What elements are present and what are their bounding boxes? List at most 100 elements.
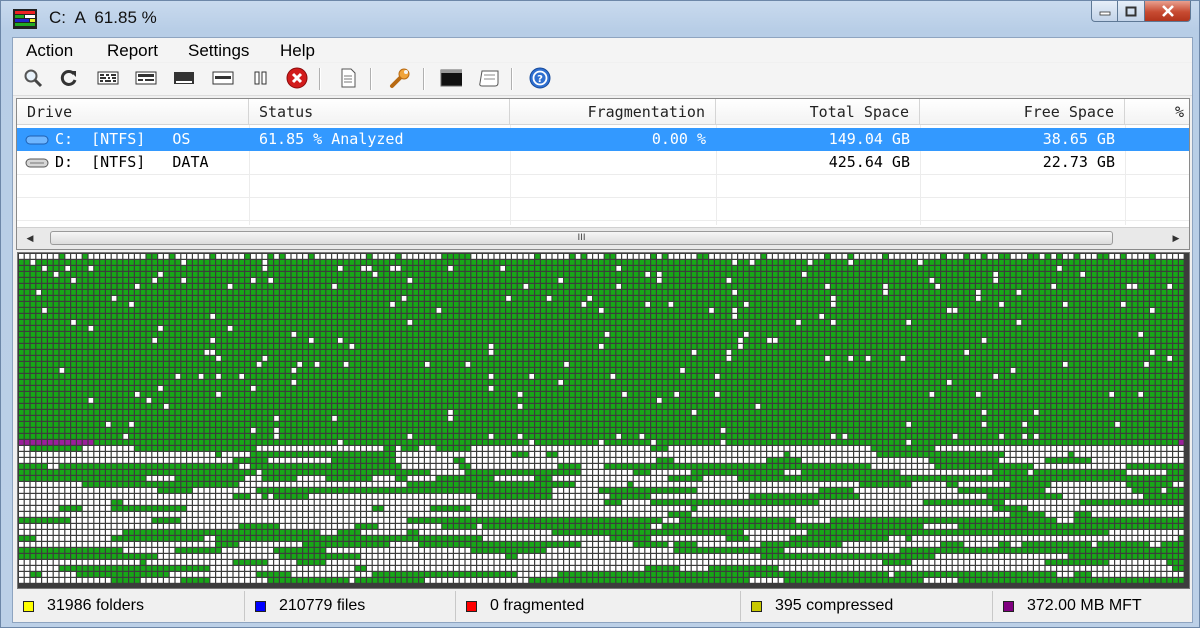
cluster-block [367,260,372,265]
cluster-block [251,338,256,343]
cluster-block [309,398,314,403]
settings-button[interactable] [389,67,411,89]
cluster-block [715,392,720,397]
cluster-block [918,272,923,277]
menu-action[interactable]: Action [26,41,73,61]
mft-optimize-button[interactable] [212,67,234,89]
scroll-right-arrow[interactable]: ▶ [1167,228,1185,249]
cluster-block [1086,350,1091,355]
title-bar[interactable]: C: A 61.85 % [1,1,1199,35]
console-button[interactable] [440,67,462,89]
cluster-block [425,272,430,277]
menu-help[interactable]: Help [280,41,315,61]
full-optimize-button[interactable] [173,67,195,89]
column-header-drive[interactable]: Drive [17,99,249,125]
cluster-block [970,356,975,361]
cluster-block [894,392,900,397]
cluster-block [338,350,343,355]
cluster-block [952,284,958,289]
cluster-block [274,368,279,373]
cluster-block [813,296,819,301]
cluster-block [906,362,911,367]
cluster-block [970,374,975,379]
cluster-block [30,392,36,397]
column-header-percent[interactable]: % [1125,99,1189,125]
column-header-status[interactable]: Status [249,99,510,125]
cluster-block [198,260,204,265]
cluster-block [140,326,146,331]
help-button[interactable]: ? [529,67,551,89]
defrag-button[interactable] [97,67,119,89]
quick-optimize-button[interactable] [135,67,157,89]
cluster-block [343,338,349,343]
cluster-block [790,260,795,265]
cluster-block [964,308,969,313]
column-header-fragmentation[interactable]: Fragmentation [510,99,716,125]
cluster-block [952,272,958,277]
menu-report[interactable]: Report [107,41,158,61]
refresh-button[interactable] [58,67,80,89]
cluster-block [981,380,987,385]
cluster-block [1097,374,1103,379]
column-header-free-space[interactable]: Free Space [920,99,1125,125]
cluster-block [326,266,331,271]
cluster-block [169,314,175,319]
stop-button[interactable] [286,67,308,89]
cluster-block [616,320,621,325]
cluster-block [117,362,123,367]
cluster-block [216,392,221,397]
cluster-block [802,362,807,367]
cluster-block [88,272,94,277]
scroll-left-arrow[interactable]: ◀ [21,228,39,249]
cluster-block [419,284,424,289]
cluster-block [483,350,488,355]
maximize-button[interactable] [1118,1,1145,22]
cluster-block [111,356,117,361]
close-button[interactable] [1145,1,1191,22]
cluster-block [1155,260,1161,265]
cluster-block [1109,278,1114,283]
cluster-block [657,320,662,325]
cluster-block [610,392,616,397]
scroll-thumb[interactable]: III [50,231,1113,245]
cluster-block [227,338,233,343]
menu-settings[interactable]: Settings [188,41,249,61]
cluster-block [1138,380,1143,385]
cluster-block [355,344,360,349]
cluster-block [755,314,761,319]
cluster-block [570,380,575,385]
column-header-total-space[interactable]: Total Space [716,99,920,125]
toolbar-separator [319,68,321,90]
horizontal-scrollbar[interactable]: ◀ III ▶ [17,227,1189,249]
cluster-block [668,356,674,361]
minimize-button[interactable] [1091,1,1118,22]
table-row[interactable]: C: [NTFS] OS 61.85 % Analyzed 0.00 % 149… [17,128,1189,151]
cluster-block [274,314,279,319]
cluster-block [111,254,117,259]
cluster-block [227,266,233,271]
cluster-block [1068,368,1074,373]
cluster-block [19,392,24,397]
cluster-block [297,254,302,259]
analyze-button[interactable] [22,67,44,89]
cluster-block [1092,278,1097,283]
cluster-block [1051,392,1056,397]
cluster-block [30,332,36,337]
cluster-block [1074,338,1080,343]
table-row[interactable]: D: [NTFS] DATA 425.64 GB 22.73 GB [17,151,1189,174]
cluster-block [558,296,563,301]
cluster-block [338,362,343,367]
boot-time-button[interactable] [478,67,500,89]
report-button[interactable] [337,67,359,89]
cluster-block [1045,260,1051,265]
cluster-block [738,278,743,283]
cluster-block [749,338,755,343]
cluster-block [506,356,511,361]
cluster-block [657,314,662,319]
cluster-block [117,350,123,355]
cluster-block [82,338,88,343]
cluster-block [1173,260,1178,265]
cluster-block [332,356,337,361]
cluster-block [1022,314,1027,319]
pause-button[interactable] [250,67,272,89]
